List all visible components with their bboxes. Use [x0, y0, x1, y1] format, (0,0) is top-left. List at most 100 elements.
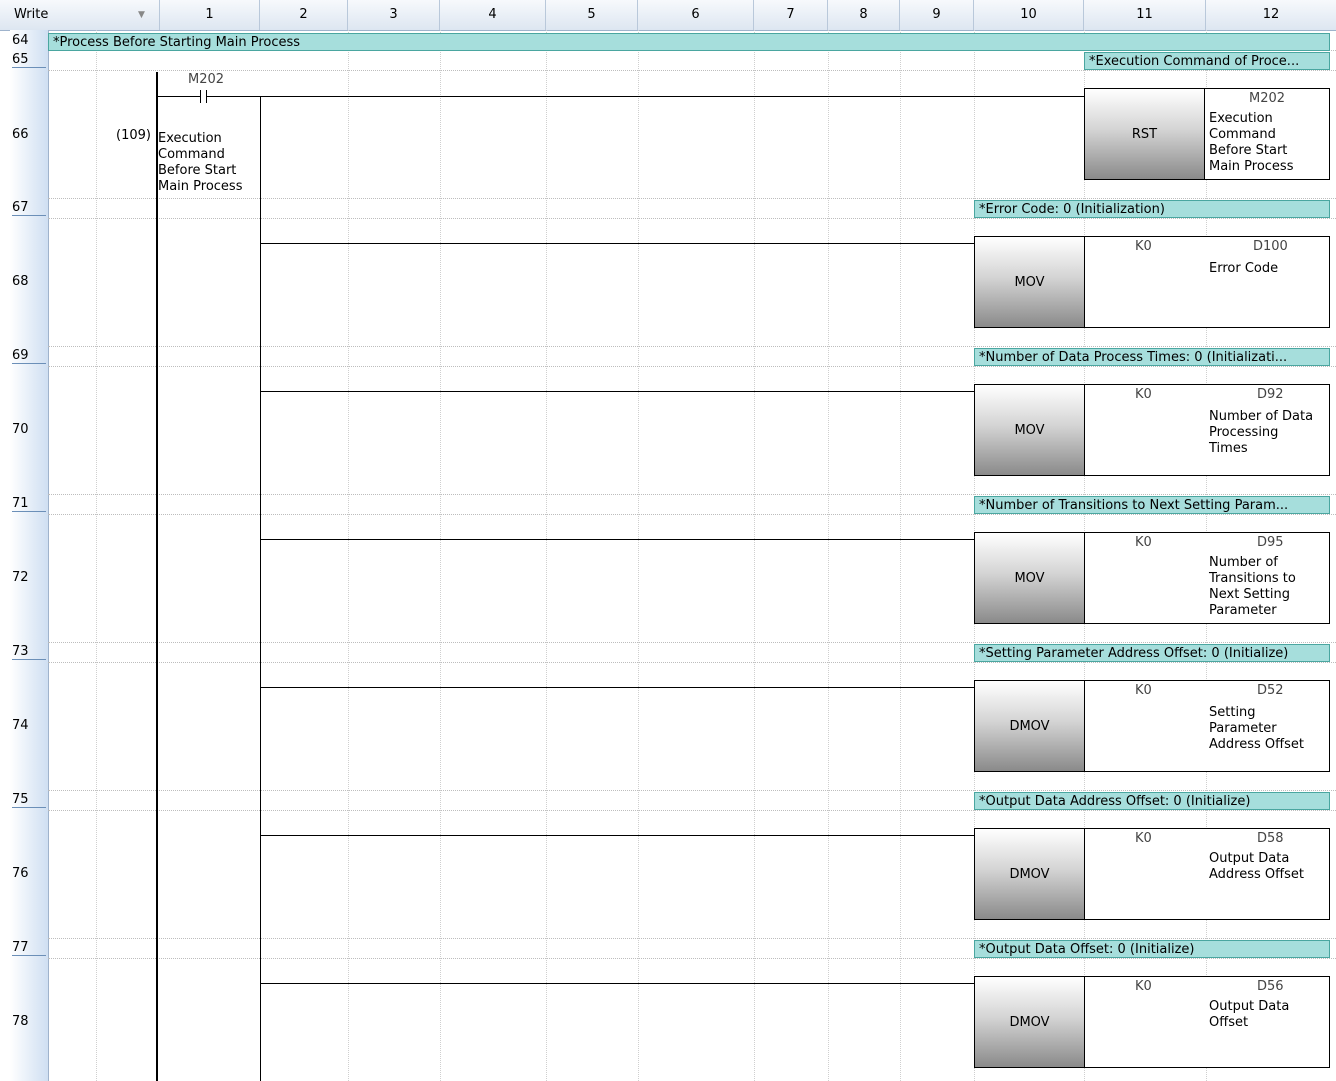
statement-comment[interactable]: *Setting Parameter Address Offset: 0 (In…: [974, 644, 1330, 662]
rst-instruction[interactable]: RST M202 Execution Command Before Start …: [1084, 88, 1330, 180]
row-number[interactable]: 67: [12, 200, 46, 216]
rung-wire: [260, 96, 1084, 97]
normally-open-contact[interactable]: [158, 89, 260, 105]
comment-line: Main Process: [158, 179, 243, 194]
row-number[interactable]: 68: [12, 274, 29, 289]
comment-line: Execution: [158, 131, 222, 146]
column-header-1: 1: [160, 0, 260, 30]
device-comment: Output Data Address Offset: [1209, 851, 1304, 883]
row-number[interactable]: 76: [12, 866, 29, 881]
grid-line: [754, 30, 755, 1081]
grid-line: [440, 30, 441, 1081]
dmov-instruction[interactable]: DMOV K0 D56 Output Data Offset: [974, 976, 1330, 1068]
row-separator: [48, 642, 1336, 643]
statement-comment[interactable]: *Output Data Offset: 0 (Initialize): [974, 940, 1330, 958]
statement-comment[interactable]: *Number of Data Process Times: 0 (Initia…: [974, 348, 1330, 366]
row-number[interactable]: 71: [12, 496, 46, 512]
comment-line: Next Setting: [1209, 587, 1290, 602]
column-header-10: 10: [974, 0, 1084, 30]
row-number[interactable]: 77: [12, 940, 46, 956]
ladder-editor[interactable]: Write ▼ 1 2 3 4 5 6 7 8 9 10 11 12 64 65: [0, 0, 1336, 1081]
rung-wire: [260, 539, 974, 540]
comment-line: Parameter: [1209, 721, 1277, 736]
rung-wire: [260, 687, 974, 688]
destination-device: D95: [1257, 535, 1284, 550]
row-number[interactable]: 64: [12, 33, 29, 48]
comment-line: Parameter: [1209, 603, 1277, 618]
row-number[interactable]: 72: [12, 570, 29, 585]
mov-instruction[interactable]: MOV K0 D95 Number of Transitions to Next…: [974, 532, 1330, 624]
comment-line: Before Start: [158, 163, 237, 178]
row-separator: [48, 494, 1336, 495]
row-separator: [48, 346, 1336, 347]
row-number[interactable]: 65: [12, 52, 46, 68]
row-number-gutter: [10, 30, 49, 1081]
row-number[interactable]: 74: [12, 718, 29, 733]
column-header-3: 3: [348, 0, 440, 30]
column-header-6: 6: [638, 0, 754, 30]
grid-line: [348, 30, 349, 1081]
statement-comment[interactable]: *Number of Transitions to Next Setting P…: [974, 496, 1330, 514]
rung-wire: [260, 243, 974, 244]
row-number[interactable]: 78: [12, 1014, 29, 1029]
comment-line: Before Start: [1209, 143, 1288, 158]
column-header-2: 2: [260, 0, 348, 30]
row-separator: [48, 514, 1336, 515]
row-separator: [48, 790, 1336, 791]
grid-line: [96, 30, 97, 1081]
mode-dropdown[interactable]: Write ▼: [0, 0, 160, 30]
comment-line: Output Data: [1209, 851, 1290, 866]
column-header-4: 4: [440, 0, 546, 30]
comment-line: Number of Data: [1209, 409, 1314, 424]
column-header-9: 9: [900, 0, 974, 30]
instruction-name: DMOV: [975, 681, 1085, 771]
column-header-11: 11: [1084, 0, 1206, 30]
rung-wire: [260, 391, 974, 392]
destination-device: D100: [1253, 239, 1288, 254]
comment-line: Transitions to: [1209, 571, 1296, 586]
chevron-down-icon: ▼: [138, 10, 145, 20]
row-separator: [48, 810, 1336, 811]
left-power-rail: [156, 72, 158, 1081]
mode-label: Write: [14, 7, 49, 22]
comment-line: Execution: [1209, 111, 1273, 126]
instruction-name: RST: [1085, 89, 1205, 179]
statement-comment[interactable]: *Execution Command of Proce...: [1084, 52, 1330, 70]
row-separator: [48, 662, 1336, 663]
mov-instruction[interactable]: MOV K0 D100 Error Code: [974, 236, 1330, 328]
row-number[interactable]: 70: [12, 422, 29, 437]
comment-line: Address Offset: [1209, 867, 1304, 882]
instruction-name: DMOV: [975, 829, 1085, 919]
row-separator: [48, 198, 1336, 199]
destination-device: D56: [1257, 979, 1284, 994]
section-comment[interactable]: *Process Before Starting Main Process: [48, 33, 1330, 51]
row-number[interactable]: 73: [12, 644, 46, 660]
comment-line: Command: [1209, 127, 1276, 142]
dmov-instruction[interactable]: DMOV K0 D58 Output Data Address Offset: [974, 828, 1330, 920]
row-number[interactable]: 75: [12, 792, 46, 808]
comment-line: Command: [158, 147, 225, 162]
comment-line: Address Offset: [1209, 737, 1304, 752]
device-comment: Number of Transitions to Next Setting Pa…: [1209, 555, 1296, 619]
row-number[interactable]: 69: [12, 348, 46, 364]
device-comment: Execution Command Before Start Main Proc…: [1209, 111, 1293, 175]
column-header-7: 7: [754, 0, 828, 30]
mov-instruction[interactable]: MOV K0 D92 Number of Data Processing Tim…: [974, 384, 1330, 476]
destination-device: D92: [1257, 387, 1284, 402]
statement-comment[interactable]: *Output Data Address Offset: 0 (Initiali…: [974, 792, 1330, 810]
comment-line: Setting: [1209, 705, 1256, 720]
row-number[interactable]: 66: [12, 127, 29, 142]
column-header-8: 8: [828, 0, 900, 30]
dmov-instruction[interactable]: DMOV K0 D52 Setting Parameter Address Of…: [974, 680, 1330, 772]
comment-line: Error Code: [1209, 261, 1279, 276]
comment-line: Times: [1209, 441, 1248, 456]
statement-comment[interactable]: *Error Code: 0 (Initialization): [974, 200, 1330, 218]
grid-line: [546, 30, 547, 1081]
comment-line: Processing: [1209, 425, 1279, 440]
instruction-name: MOV: [975, 385, 1085, 475]
destination-device: D52: [1257, 683, 1284, 698]
instruction-name: MOV: [975, 237, 1085, 327]
source-device: K0: [1135, 387, 1152, 402]
instruction-name: MOV: [975, 533, 1085, 623]
grid-line: [828, 30, 829, 1081]
